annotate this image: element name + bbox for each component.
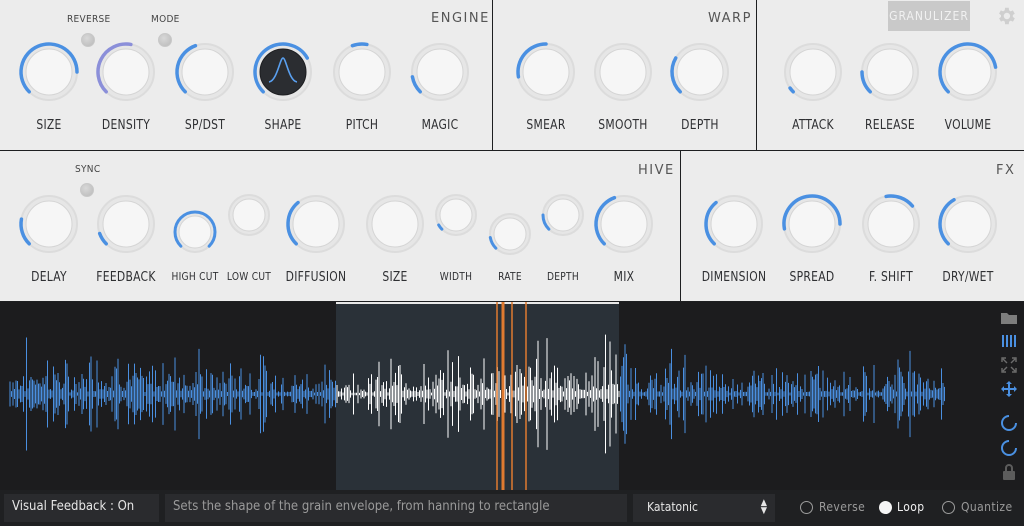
smear-knob[interactable] xyxy=(516,42,576,102)
rotate-icon-2[interactable] xyxy=(1000,439,1018,457)
engine-title: ENGINE xyxy=(431,11,490,26)
dimension-knob[interactable] xyxy=(704,194,764,254)
sp-dst-knob[interactable] xyxy=(175,42,235,102)
bars-icon[interactable] xyxy=(1000,332,1018,350)
parameter-description: Sets the shape of the grain envelope, fr… xyxy=(165,494,627,522)
density-knob[interactable] xyxy=(96,42,156,102)
spread-knob[interactable] xyxy=(782,194,842,254)
folder-icon[interactable] xyxy=(1000,309,1018,327)
waveform[interactable] xyxy=(0,302,990,490)
mix-label: MIX xyxy=(613,270,635,285)
warp-title: WARP xyxy=(708,11,752,26)
size-knob[interactable] xyxy=(19,42,79,102)
sync-toggle[interactable] xyxy=(80,183,94,197)
width-knob[interactable] xyxy=(434,193,478,237)
expand-icon[interactable] xyxy=(1000,356,1018,374)
quantize-radio-label: Quantize xyxy=(961,500,1013,514)
rate-knob[interactable] xyxy=(488,212,532,256)
rotate-icon-1[interactable] xyxy=(1000,414,1018,432)
loop-radio-label: Loop xyxy=(897,500,925,514)
hive-title: HIVE xyxy=(638,163,675,178)
updown-arrows-icon[interactable]: ▲ ▼ xyxy=(761,499,767,516)
pitch-knob[interactable] xyxy=(332,42,392,102)
attack-knob[interactable] xyxy=(783,42,843,102)
preset-selector[interactable]: Katatonic ▲ ▼ xyxy=(633,494,775,522)
depth-label: DEPTH xyxy=(681,118,719,133)
smooth-knob[interactable] xyxy=(593,42,653,102)
volume-label: VOLUME xyxy=(944,118,992,133)
mix-knob[interactable] xyxy=(594,194,654,254)
sync-toggle-label: SYNC xyxy=(75,164,101,175)
mode-toggle[interactable] xyxy=(158,33,172,47)
f-shift-knob[interactable] xyxy=(861,194,921,254)
fx-title: FX xyxy=(996,163,1016,178)
visual-feedback-toggle[interactable]: Visual Feedback : On xyxy=(4,494,159,522)
hive-size-knob[interactable] xyxy=(365,194,425,254)
bottom-bar: Visual Feedback : On Sets the shape of t… xyxy=(0,490,1024,526)
release-knob[interactable] xyxy=(860,42,920,102)
preset-name: Katatonic xyxy=(647,500,698,514)
reverse-radio-label: Reverse xyxy=(819,500,866,514)
quantize-radio[interactable] xyxy=(942,501,955,514)
hive-depth-knob[interactable] xyxy=(541,193,585,237)
dry-wet-knob[interactable] xyxy=(938,194,998,254)
diffusion-knob[interactable] xyxy=(286,194,346,254)
move-icon[interactable] xyxy=(1000,380,1018,398)
delay-knob[interactable] xyxy=(19,194,79,254)
volume-knob[interactable] xyxy=(938,42,998,102)
gear-icon[interactable] xyxy=(995,5,1017,27)
reverse-toggle[interactable] xyxy=(81,33,95,47)
dry-wet-label: DRY/WET xyxy=(942,270,994,285)
granulizer-button[interactable]: GRANULIZER xyxy=(888,1,970,31)
selection-top-edge xyxy=(336,302,619,304)
high-cut-knob[interactable] xyxy=(173,210,217,254)
lock-icon[interactable] xyxy=(1000,463,1018,481)
reverse-toggle-label: REVERSE xyxy=(67,14,111,25)
low-cut-knob[interactable] xyxy=(227,193,271,237)
feedback-knob[interactable] xyxy=(96,194,156,254)
magic-label: MAGIC xyxy=(421,118,459,133)
reverse-radio[interactable] xyxy=(800,501,813,514)
mode-toggle-label: MODE xyxy=(151,14,180,25)
waveform-display[interactable] xyxy=(0,302,1024,490)
shape-knob[interactable] xyxy=(253,42,313,102)
depth-knob[interactable] xyxy=(670,42,730,102)
loop-radio[interactable] xyxy=(879,501,892,514)
magic-knob[interactable] xyxy=(410,42,470,102)
